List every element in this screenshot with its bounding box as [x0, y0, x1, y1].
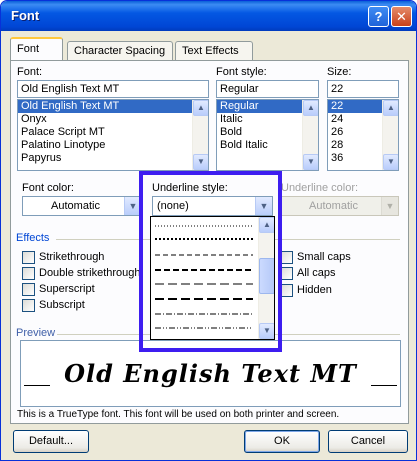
all-caps-checkbox[interactable]	[280, 267, 293, 280]
chevron-down-icon: ▼	[381, 197, 398, 215]
list-item[interactable]: Palatino Linotype	[18, 139, 208, 152]
scroll-up-arrow-icon[interactable]: ▲	[259, 217, 274, 233]
small-caps-label[interactable]: Small caps	[297, 251, 351, 263]
close-button[interactable]: ✕	[391, 6, 412, 27]
effects-title: Effects	[16, 232, 50, 244]
underline-style-list[interactable]: ▲ ▼	[150, 216, 275, 340]
underline-color-value: Automatic	[309, 200, 358, 212]
list-item[interactable]: Onyx	[18, 113, 208, 126]
scroll-down-arrow-icon[interactable]: ▼	[383, 154, 398, 170]
ok-button[interactable]: OK	[244, 430, 320, 453]
underline-list-scrollbar[interactable]: ▲ ▼	[258, 217, 274, 339]
tab-text-effects-label: Text Effects	[182, 45, 239, 57]
chevron-down-icon[interactable]: ▼	[255, 197, 272, 215]
cancel-button[interactable]: Cancel	[328, 430, 408, 453]
tab-character-spacing-label: Character Spacing	[74, 45, 166, 57]
font-style-list[interactable]: Regular Italic Bold Bold Italic ▲ ▼	[216, 99, 319, 171]
subscript-label[interactable]: Subscript	[39, 299, 85, 311]
all-caps-label[interactable]: All caps	[297, 267, 336, 279]
preview-box: Old English Text MT	[20, 340, 401, 407]
preview-line-right	[371, 385, 397, 386]
size-list[interactable]: 22 24 26 28 36 ▲ ▼	[327, 99, 399, 171]
underline-color-label: Underline color:	[281, 182, 359, 194]
underline-style-dropdown[interactable]: (none) ▼	[152, 196, 273, 216]
underline-style-value: (none)	[157, 200, 189, 212]
font-dialog: Font ? ✕ Font Character Spacing Text Eff…	[0, 0, 417, 461]
font-style-list-scrollbar[interactable]: ▲ ▼	[302, 100, 318, 170]
scroll-up-arrow-icon[interactable]: ▲	[193, 100, 208, 116]
strikethrough-checkbox[interactable]	[22, 251, 35, 264]
default-button[interactable]: Default...	[13, 430, 89, 453]
subscript-checkbox[interactable]	[22, 299, 35, 312]
hidden-checkbox[interactable]	[280, 284, 293, 297]
scroll-up-arrow-icon[interactable]: ▲	[303, 100, 318, 116]
list-item[interactable]: Papyrus	[18, 152, 208, 165]
scroll-down-arrow-icon[interactable]: ▼	[259, 323, 274, 339]
font-label: Font:	[17, 66, 43, 78]
font-style-input[interactable]: Regular	[216, 80, 319, 98]
small-caps-checkbox[interactable]	[280, 251, 293, 264]
tab-character-spacing[interactable]: Character Spacing	[67, 41, 173, 61]
double-strikethrough-label[interactable]: Double strikethrough	[39, 267, 141, 279]
tab-text-effects[interactable]: Text Effects	[175, 41, 253, 61]
font-input[interactable]: Old English Text MT	[17, 80, 209, 98]
font-color-value: Automatic	[51, 200, 100, 212]
font-list[interactable]: Old English Text MT Onyx Palace Script M…	[17, 99, 209, 171]
preview-sample-text: Old English Text MT	[64, 359, 357, 388]
scroll-up-arrow-icon[interactable]: ▲	[383, 100, 398, 116]
scroll-thumb[interactable]	[259, 258, 274, 294]
underline-color-dropdown: Automatic ▼	[281, 196, 399, 216]
truetype-note: This is a TrueType font. This font will …	[17, 409, 340, 420]
size-list-scrollbar[interactable]: ▲ ▼	[382, 100, 398, 170]
preview-title: Preview	[16, 327, 56, 339]
superscript-label[interactable]: Superscript	[39, 283, 95, 295]
font-style-label: Font style:	[216, 66, 267, 78]
font-list-scrollbar[interactable]: ▲ ▼	[192, 100, 208, 170]
superscript-checkbox[interactable]	[22, 283, 35, 296]
font-color-dropdown[interactable]: Automatic ▼	[22, 196, 142, 216]
window-title: Font	[11, 8, 40, 23]
tab-font-label: Font	[17, 43, 40, 55]
size-label: Size:	[327, 66, 352, 78]
scroll-down-arrow-icon[interactable]: ▼	[193, 154, 208, 170]
help-button[interactable]: ?	[368, 6, 389, 27]
strikethrough-label[interactable]: Strikethrough	[39, 251, 104, 263]
tab-font[interactable]: Font	[10, 37, 63, 61]
underline-options-svg	[155, 225, 253, 329]
font-color-label: Font color:	[22, 182, 74, 194]
chevron-down-icon[interactable]: ▼	[124, 197, 141, 215]
list-item[interactable]: Palace Script MT	[18, 126, 208, 139]
hidden-label[interactable]: Hidden	[297, 284, 332, 296]
list-item[interactable]: Old English Text MT	[18, 100, 208, 113]
title-bar[interactable]: Font ? ✕	[1, 1, 416, 31]
underline-style-label: Underline style:	[152, 182, 228, 194]
double-strikethrough-checkbox[interactable]	[22, 267, 35, 280]
scroll-down-arrow-icon[interactable]: ▼	[303, 154, 318, 170]
size-input[interactable]: 22	[327, 80, 399, 98]
